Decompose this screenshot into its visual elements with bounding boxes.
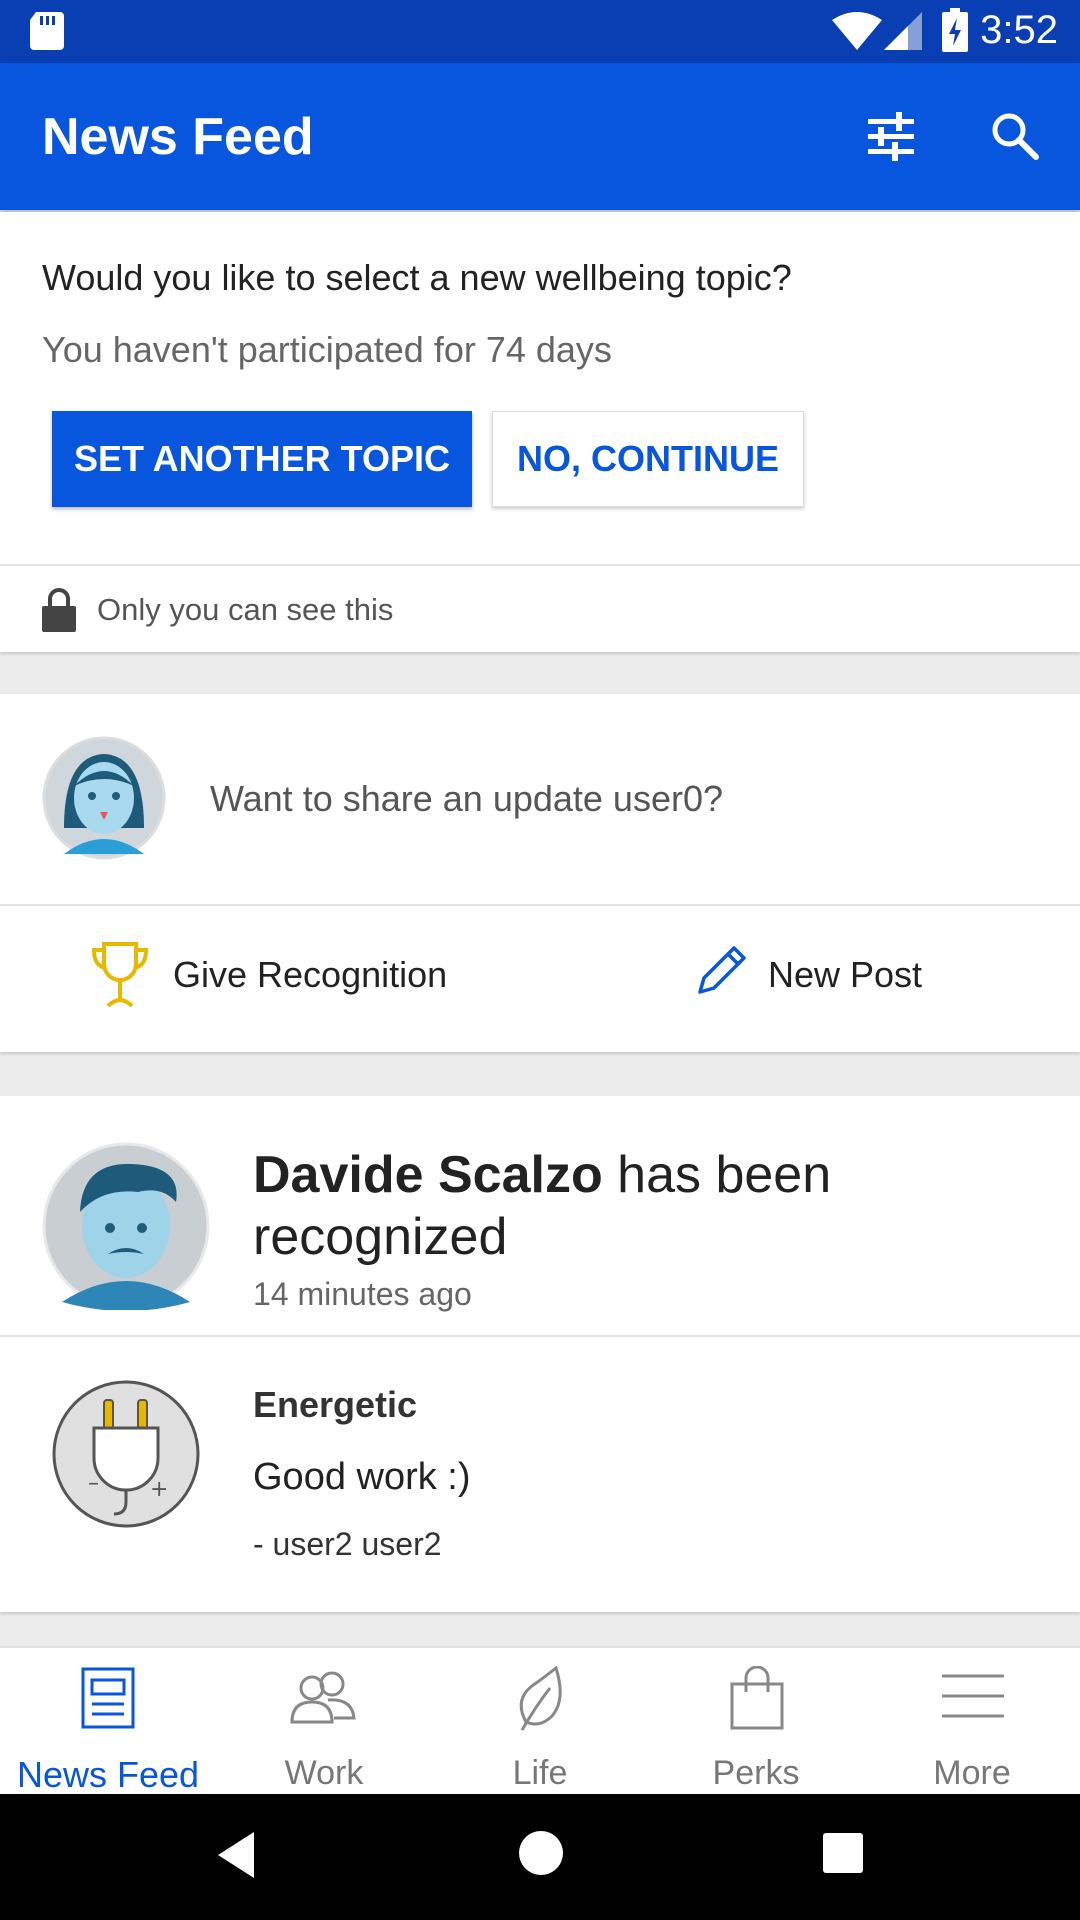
svg-text:+: + [150, 1477, 168, 1502]
nav-more[interactable]: More [864, 1648, 1080, 1796]
battery-charging-icon [942, 8, 968, 52]
home-icon[interactable] [518, 1830, 564, 1876]
status-bar: 3:52 [0, 0, 1080, 63]
app-bar: News Feed [0, 63, 1080, 210]
nav-label-work: Work [284, 1754, 364, 1792]
svg-text:–: – [88, 1471, 99, 1496]
post-signature: - user2 user2 [253, 1526, 442, 1562]
back-icon[interactable] [214, 1830, 258, 1880]
divider [0, 1335, 1080, 1337]
status-time: 3:52 [980, 8, 1058, 52]
nav-label-life: Life [512, 1754, 568, 1792]
post-timestamp: 14 minutes ago [253, 1276, 472, 1312]
filter-button[interactable] [856, 101, 926, 171]
sd-card-icon [30, 12, 64, 50]
shopping-bag-icon [730, 1666, 784, 1730]
nav-life[interactable]: Life [432, 1648, 648, 1796]
bottom-navigation: News Feed Work Life Perks More [0, 1646, 1080, 1796]
nav-perks[interactable]: Perks [648, 1648, 864, 1796]
search-button[interactable] [980, 101, 1050, 171]
people-icon [290, 1671, 356, 1724]
search-icon [992, 113, 1039, 160]
lock-icon [42, 588, 76, 632]
new-post-button[interactable]: New Post [690, 934, 990, 1024]
cell-signal-icon [884, 12, 922, 50]
menu-icon [942, 1674, 1004, 1718]
wellbeing-question: Would you like to select a new wellbeing… [42, 257, 792, 298]
no-continue-button[interactable]: NO, CONTINUE [492, 411, 804, 507]
wellbeing-subtitle: You haven't participated for 74 days [42, 329, 612, 370]
set-another-topic-button[interactable]: SET ANOTHER TOPIC [52, 411, 472, 507]
give-recognition-label: Give Recognition [173, 954, 448, 995]
user-avatar[interactable] [42, 736, 166, 860]
leaf-icon [519, 1666, 562, 1731]
nav-work[interactable]: Work [216, 1648, 432, 1796]
pencil-icon [698, 946, 746, 994]
divider [0, 904, 1080, 906]
energetic-plug-icon: – + [52, 1380, 200, 1528]
composer-card: Want to share an update user0? Give Reco… [0, 694, 1080, 1052]
post-message: Good work :) [253, 1456, 471, 1498]
badge-title: Energetic [253, 1384, 418, 1425]
nav-label-more: More [933, 1754, 1011, 1792]
trophy-icon [91, 942, 149, 1008]
feed-post-card: Davide Scalzo has been recognized 14 min… [0, 1096, 1080, 1612]
post-author-avatar[interactable] [42, 1142, 210, 1310]
divider [0, 564, 1080, 566]
page-title: News Feed [42, 108, 314, 166]
post-headline: Davide Scalzo has been recognized [253, 1144, 1033, 1268]
wellbeing-card: Would you like to select a new wellbeing… [0, 212, 1080, 652]
composer-prompt[interactable]: Want to share an update user0? [210, 778, 723, 820]
privacy-note: Only you can see this [97, 592, 394, 627]
nav-label-news-feed: News Feed [16, 1754, 200, 1795]
nav-label-perks: Perks [712, 1754, 800, 1792]
news-feed-icon [81, 1667, 135, 1729]
nav-news-feed[interactable]: News Feed [0, 1648, 216, 1796]
recents-icon[interactable] [822, 1832, 864, 1874]
new-post-label: New Post [768, 954, 923, 995]
wifi-icon [832, 12, 882, 50]
post-author-name[interactable]: Davide Scalzo [253, 1146, 603, 1204]
system-navigation-bar [0, 1794, 1080, 1920]
filter-sliders-icon [868, 112, 914, 161]
give-recognition-button[interactable]: Give Recognition [80, 934, 480, 1024]
